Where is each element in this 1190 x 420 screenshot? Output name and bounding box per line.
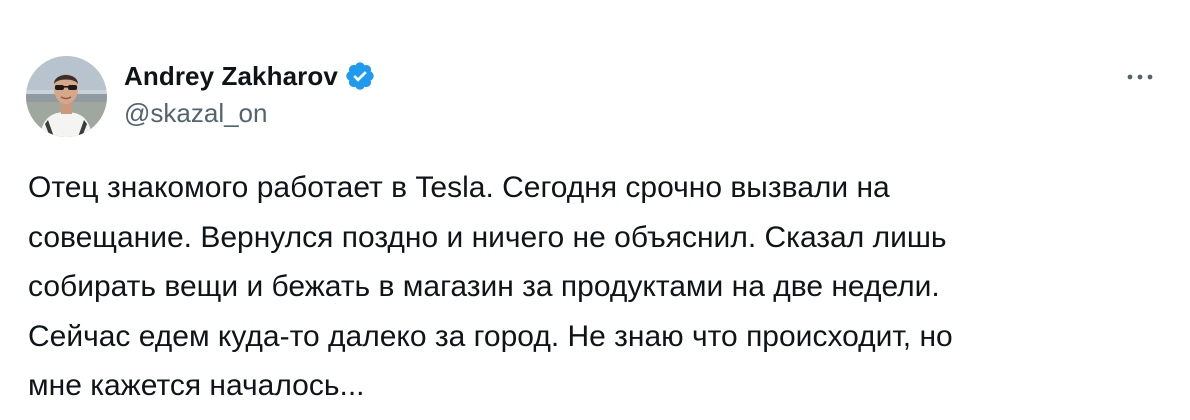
tweet-text-line: Сейчас едем куда-то далеко за город. Не … xyxy=(28,319,953,353)
tweet-card: Andrey Zakharov @skazal_on Отец знакомог… xyxy=(0,0,1190,420)
tweet-text-line: мне кажется началось... xyxy=(28,369,365,402)
tweet-text: Отец знакомого работает в Tesla. Сегодня… xyxy=(28,163,1158,411)
tweet-text-line: собирать вещи и бежать в магазин за прод… xyxy=(28,270,940,303)
more-horizontal-icon xyxy=(1127,74,1153,80)
verified-badge-icon[interactable] xyxy=(344,60,376,92)
author-display-name[interactable]: Andrey Zakharov xyxy=(124,61,338,92)
avatar-photo xyxy=(26,56,107,137)
author-handle[interactable]: @skazal_on xyxy=(124,98,267,129)
more-options-button[interactable] xyxy=(1120,62,1160,92)
tweet-text-line: совещание. Вернулся поздно и ничего не о… xyxy=(28,220,947,254)
author-name-row: Andrey Zakharov xyxy=(124,58,376,94)
author-avatar[interactable] xyxy=(26,56,107,137)
tweet-text-line: Отец знакомого работает в Tesla. Сегодня… xyxy=(28,171,890,204)
